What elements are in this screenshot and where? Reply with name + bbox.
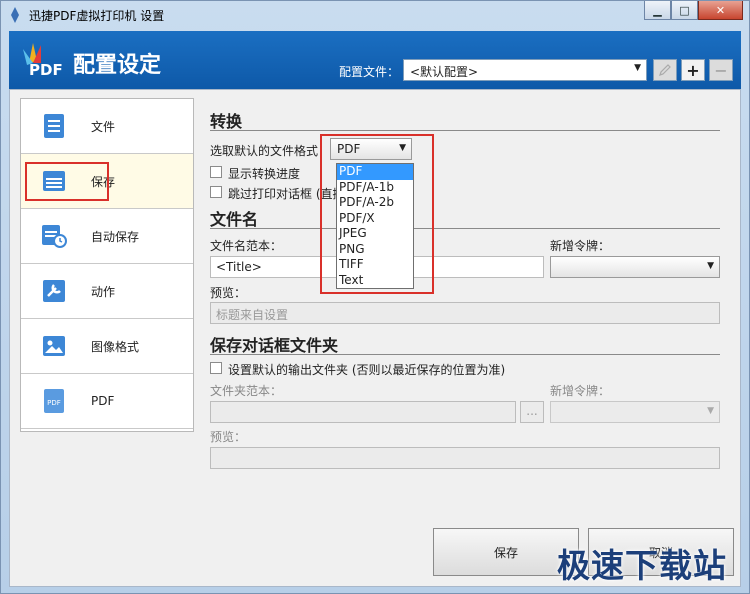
page-title: 配置设定	[73, 53, 162, 78]
format-label: 选取默认的文件格式	[210, 144, 319, 158]
pencil-icon	[659, 64, 671, 76]
browse-folder-button[interactable]: ...	[520, 401, 544, 423]
convert-section-title: 转换	[210, 112, 243, 131]
sidebar-item-auto-save[interactable]: 自动保存	[21, 209, 193, 264]
sidebar-item-label: 自动保存	[91, 229, 140, 244]
sidebar-item-label: 文件	[91, 119, 116, 134]
auto-save-icon	[41, 222, 67, 250]
sidebar-item-label: PDF	[91, 394, 115, 408]
section-divider	[210, 354, 720, 355]
folder-template-input[interactable]	[210, 401, 516, 423]
folder-template-label: 文件夹范本：	[210, 384, 283, 398]
image-icon	[41, 332, 67, 360]
sidebar-item-label: 图像格式	[91, 339, 140, 354]
app-icon	[11, 7, 19, 23]
add-profile-button[interactable]: +	[681, 59, 705, 81]
remove-profile-button[interactable]: −	[709, 59, 733, 81]
show-progress-label: 显示转换进度	[228, 167, 301, 181]
filename-preview-field: 标题来自设置	[210, 302, 720, 324]
profile-select-value: <默认配置>	[410, 65, 479, 79]
save-dialog-section-title: 保存对话框文件夹	[210, 336, 339, 355]
folder-token-label: 新增令牌：	[550, 384, 611, 398]
header-banner: PDF 配置设定 配置文件： <默认配置> ▼ + −	[9, 31, 741, 89]
show-progress-checkbox[interactable]	[210, 166, 222, 178]
default-folder-checkbox[interactable]	[210, 362, 222, 374]
folder-token-select[interactable]: ▼	[550, 401, 720, 423]
maximize-icon[interactable]: □	[671, 1, 698, 20]
title-bar: 迅捷PDF虚拟打印机 设置 ▁ □ ✕	[1, 1, 749, 29]
minus-icon: −	[714, 60, 728, 80]
section-divider	[210, 228, 720, 229]
settings-sidebar: 文件 保存 自动保存 动作 图像格式 PDF PDF	[20, 98, 194, 432]
save-settings-content: 转换 选取默认的文件格式 PDF ▼ 显示转换进度 跳过打印对话框 (直接 文件…	[194, 98, 734, 516]
filename-template-value: <Title>	[216, 260, 262, 274]
profile-label: 配置文件：	[339, 65, 400, 79]
highlight-box	[320, 134, 434, 294]
highlight-box	[25, 162, 109, 201]
filename-token-label: 新增令牌：	[550, 239, 611, 253]
sidebar-item-save[interactable]: 保存	[21, 154, 193, 209]
profile-select[interactable]: <默认配置> ▼	[403, 59, 647, 81]
sidebar-item-document[interactable]: 文件	[21, 99, 193, 154]
browse-label: ...	[526, 404, 538, 418]
minimize-icon[interactable]: ▁	[644, 1, 671, 20]
filename-template-label: 文件名范本：	[210, 239, 283, 253]
watermark-logo: 极速下载站	[557, 546, 727, 585]
chevron-down-icon: ▼	[634, 63, 641, 73]
chevron-down-icon: ▼	[707, 261, 714, 271]
filename-preview-label: 预览：	[210, 286, 247, 300]
svg-text:PDF: PDF	[47, 399, 61, 407]
chevron-down-icon: ▼	[707, 406, 714, 416]
window-title: 迅捷PDF虚拟打印机 设置	[29, 9, 165, 23]
filename-section-title: 文件名	[210, 210, 259, 229]
save-button-label: 保存	[493, 545, 518, 560]
skip-dialog-checkbox[interactable]	[210, 186, 222, 198]
edit-profile-button[interactable]	[653, 59, 677, 81]
folder-preview-field	[210, 447, 720, 469]
sidebar-item-pdf[interactable]: PDF PDF	[21, 374, 193, 429]
document-icon	[41, 112, 67, 140]
sidebar-item-label: 动作	[91, 284, 116, 299]
filename-preview-value: 标题来自设置	[216, 308, 289, 322]
sidebar-item-action[interactable]: 动作	[21, 264, 193, 319]
main-panel: 文件 保存 自动保存 动作 图像格式 PDF PDF 转换 选取默认的文件格式 …	[9, 89, 741, 587]
folder-preview-label: 预览：	[210, 430, 247, 444]
action-icon	[41, 277, 67, 305]
close-icon[interactable]: ✕	[698, 1, 743, 20]
default-folder-label: 设置默认的输出文件夹 (否则以最近保存的位置为准)	[228, 363, 506, 377]
logo-text: PDF	[29, 61, 63, 79]
plus-icon: +	[686, 60, 700, 80]
sidebar-item-image-format[interactable]: 图像格式	[21, 319, 193, 374]
section-divider	[210, 130, 720, 131]
filename-token-select[interactable]: ▼	[550, 256, 720, 278]
pdf-icon: PDF	[41, 387, 67, 415]
settings-window: 迅捷PDF虚拟打印机 设置 ▁ □ ✕ PDF 配置设定 配置文件： <默认配置…	[0, 0, 750, 594]
